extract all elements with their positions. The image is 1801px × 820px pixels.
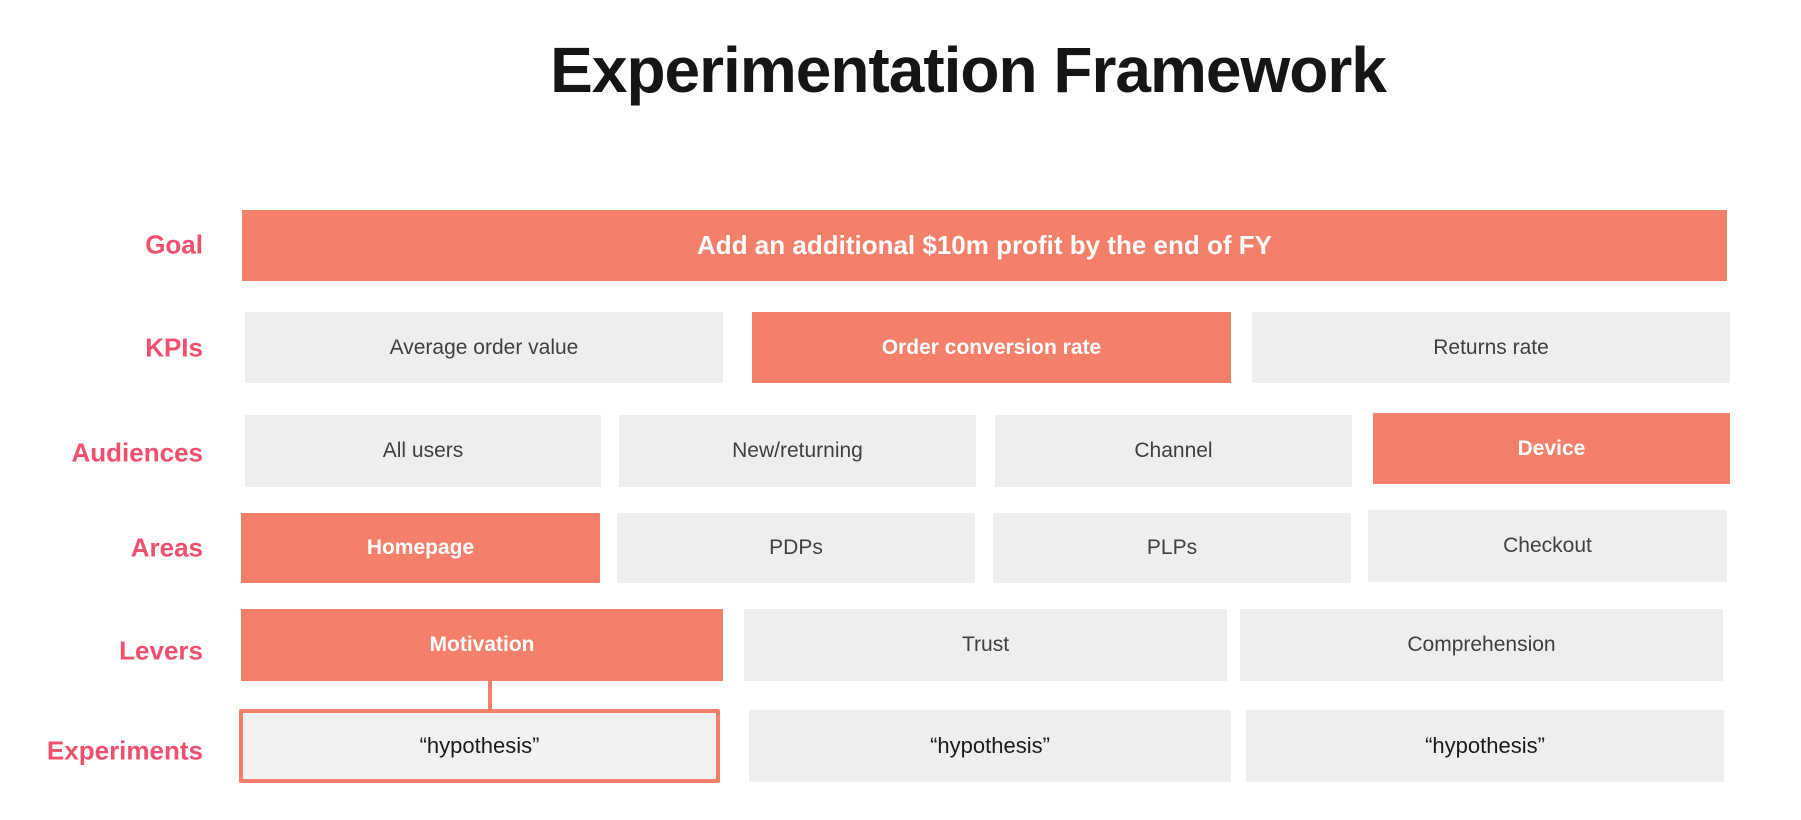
area-pdps[interactable]: PDPs	[617, 513, 975, 583]
experiment-hypothesis-1[interactable]: “hypothesis”	[239, 709, 720, 783]
page-title: Experimentation Framework	[550, 34, 1387, 106]
audience-all-users[interactable]: All users	[245, 415, 601, 487]
kpi-returns-rate[interactable]: Returns rate	[1252, 312, 1730, 383]
goal-box[interactable]: Add an additional $10m profit by the end…	[242, 210, 1727, 281]
area-checkout[interactable]: Checkout	[1368, 510, 1727, 582]
row-label-levers: Levers	[119, 635, 203, 666]
area-plps[interactable]: PLPs	[993, 513, 1351, 583]
lever-comprehension[interactable]: Comprehension	[1240, 609, 1723, 681]
row-label-kpis: KPIs	[145, 332, 203, 363]
kpi-average-order-value[interactable]: Average order value	[245, 312, 723, 383]
row-label-areas: Areas	[130, 532, 203, 563]
experiment-hypothesis-2[interactable]: “hypothesis”	[749, 710, 1231, 782]
audience-new-returning[interactable]: New/returning	[619, 415, 976, 487]
row-label-goal: Goal	[145, 229, 203, 260]
audience-channel[interactable]: Channel	[995, 415, 1352, 487]
row-label-audiences: Audiences	[71, 437, 204, 468]
row-label-experiments: Experiments	[46, 735, 203, 766]
experiment-hypothesis-3[interactable]: “hypothesis”	[1246, 710, 1724, 782]
lever-motivation[interactable]: Motivation	[241, 609, 723, 681]
connector-line	[488, 681, 492, 710]
lever-trust[interactable]: Trust	[744, 609, 1227, 681]
audience-device[interactable]: Device	[1373, 413, 1730, 484]
area-homepage[interactable]: Homepage	[241, 513, 600, 583]
kpi-order-conversion-rate[interactable]: Order conversion rate	[752, 312, 1231, 383]
